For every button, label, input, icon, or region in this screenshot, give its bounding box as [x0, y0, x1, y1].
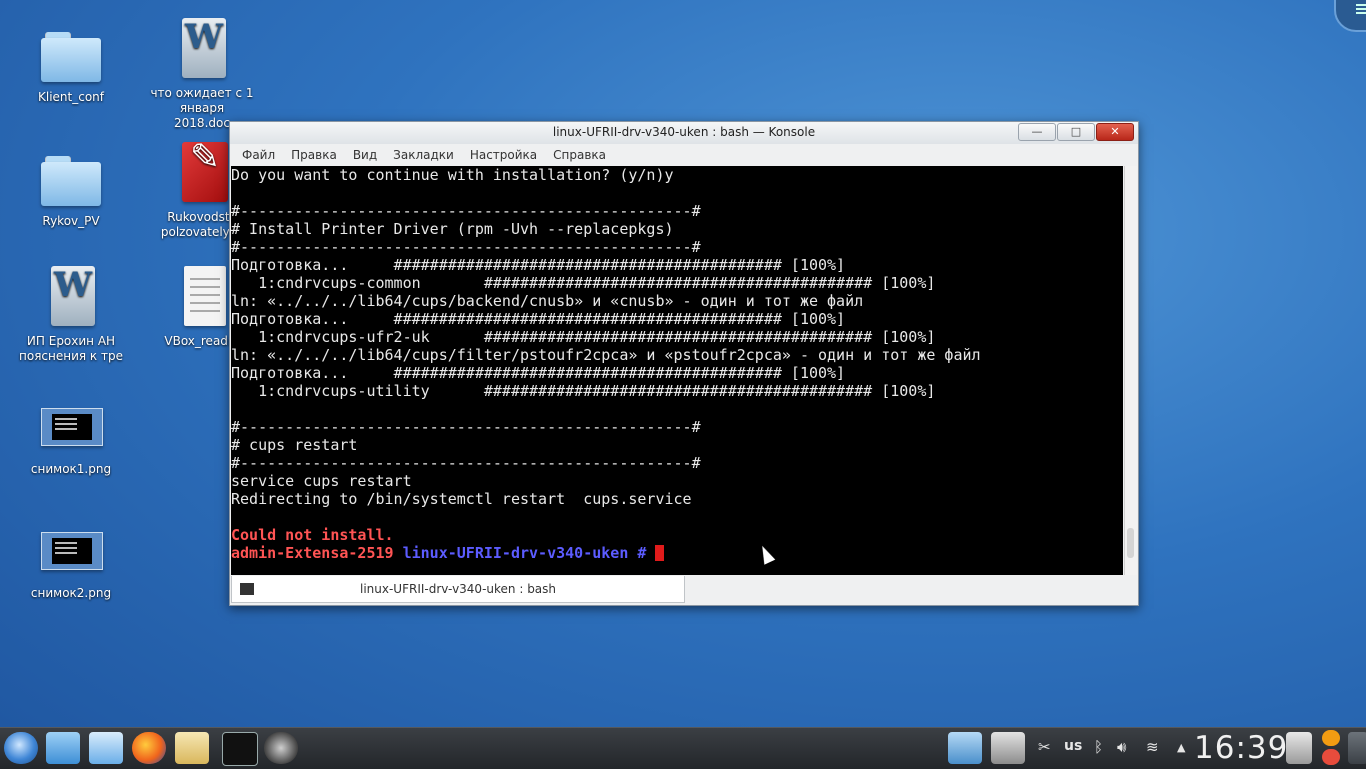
- printer-status-icon[interactable]: [948, 732, 982, 764]
- scrollbar-thumb[interactable]: [1127, 528, 1134, 558]
- terminal-line: #---------------------------------------…: [231, 238, 701, 256]
- trash-icon[interactable]: [1286, 732, 1312, 764]
- terminal-output[interactable]: Do you want to continue with installatio…: [231, 166, 1123, 575]
- terminal-prompt: admin-Extensa-2519 linux-UFRII-drv-v340-…: [231, 544, 1123, 562]
- terminal-line: #---------------------------------------…: [231, 454, 701, 472]
- lock-screen-icon[interactable]: [1322, 730, 1340, 746]
- menubar: Файл Правка Вид Закладки Настройка Справ…: [230, 144, 1138, 166]
- pdf-icon: ✎: [170, 140, 234, 206]
- terminal-line: #---------------------------------------…: [231, 418, 701, 436]
- desktop-icon-label: снимок2.png: [30, 586, 112, 600]
- terminal-line: Подготовка... ##########################…: [231, 310, 846, 328]
- tray-expand-arrow-icon[interactable]: ▲: [1177, 741, 1185, 754]
- close-button[interactable]: ✕: [1096, 123, 1134, 141]
- terminal-line: # cups restart: [231, 436, 358, 454]
- terminal-line: 1:cndrvcups-ufr2-uk ####################…: [231, 328, 936, 346]
- text-cursor: [655, 545, 665, 561]
- text-editor-icon[interactable]: [89, 732, 123, 764]
- terminal-line: ln: «../../../lib64/cups/filter/pstoufr2…: [231, 346, 981, 364]
- terminal-scrollbar[interactable]: [1124, 166, 1137, 575]
- word-document-icon: W: [170, 18, 234, 82]
- terminal-line: Подготовка... ##########################…: [231, 364, 846, 382]
- menu-file[interactable]: Файл: [234, 148, 283, 162]
- desktop-icon-label: Klient_conf: [38, 90, 104, 104]
- terminal-line: Redirecting to /bin/systemctl restart cu…: [231, 490, 692, 508]
- konsole-taskbar-icon[interactable]: [222, 732, 258, 766]
- desktop-icon-snimok1[interactable]: снимок1.png: [19, 394, 123, 477]
- window-title: linux-UFRII-drv-v340-uken : bash — Konso…: [552, 125, 816, 139]
- folder-icon: [39, 146, 103, 210]
- taskbar: ✂ us ᛒ 🔊︎ ≋ ▲ 16:39: [0, 727, 1366, 769]
- text-file-icon: [170, 266, 234, 330]
- screenshot-tool-icon[interactable]: [264, 732, 298, 764]
- terminal-line: Do you want to continue with installatio…: [231, 166, 674, 184]
- terminal-error-line: Could not install.: [231, 526, 394, 544]
- desktop-icon-doc-2018[interactable]: W что ожидает с 1 января 2018.doc: [150, 18, 254, 131]
- power-icon[interactable]: [1322, 749, 1340, 765]
- image-file-icon: [39, 394, 103, 458]
- desktop-toolbox-icon[interactable]: [1334, 0, 1366, 32]
- terminal-line: ln: «../../../lib64/cups/backend/cnusb» …: [231, 292, 864, 310]
- desktop-icon-erokhin[interactable]: W ИП Ерохин АН пояснения к тре: [19, 266, 123, 364]
- keyboard-layout-indicator[interactable]: us: [1064, 738, 1082, 754]
- prompt-user: admin-Extensa-2519: [231, 544, 394, 562]
- firefox-icon[interactable]: [132, 732, 166, 764]
- terminal-line: #---------------------------------------…: [231, 202, 701, 220]
- wifi-icon[interactable]: ≋: [1146, 738, 1159, 756]
- minimize-button[interactable]: —: [1018, 123, 1056, 141]
- menu-settings[interactable]: Настройка: [462, 148, 545, 162]
- menu-edit[interactable]: Правка: [283, 148, 345, 162]
- session-tab-label: linux-UFRII-drv-v340-uken : bash: [359, 582, 557, 596]
- desktop-icon-rykov-pv[interactable]: Rykov_PV: [19, 146, 123, 229]
- session-tabbar: linux-UFRII-drv-v340-uken : bash: [231, 576, 1137, 603]
- konsole-window: linux-UFRII-drv-v340-uken : bash — Konso…: [229, 121, 1139, 606]
- menu-bookmarks[interactable]: Закладки: [385, 148, 462, 162]
- terminal-line: 1:cndrvcups-common #####################…: [231, 274, 936, 292]
- mail-client-icon[interactable]: [175, 732, 209, 764]
- desktop-icon-snimok2[interactable]: снимок2.png: [19, 518, 123, 601]
- volume-icon[interactable]: 🔊︎: [1117, 738, 1126, 756]
- application-launcher-icon[interactable]: [4, 732, 38, 764]
- terminal-line: service cups restart: [231, 472, 412, 490]
- desktop-icon-klient-conf[interactable]: Klient_conf: [19, 22, 123, 105]
- image-file-icon: [39, 518, 103, 582]
- terminal-line: Подготовка... ##########################…: [231, 256, 846, 274]
- prompt-directory: linux-UFRII-drv-v340-uken #: [402, 544, 647, 562]
- desktop-icon-label: снимок1.png: [30, 462, 112, 476]
- window-titlebar[interactable]: linux-UFRII-drv-v340-uken : bash — Konso…: [230, 122, 1138, 144]
- session-tab[interactable]: linux-UFRII-drv-v340-uken : bash: [231, 576, 685, 603]
- file-manager-icon[interactable]: [46, 732, 80, 764]
- system-monitor-icon[interactable]: [991, 732, 1025, 764]
- terminal-line: 1:cndrvcups-utility ####################…: [231, 382, 936, 400]
- desktop-icon-label: ИП Ерохин АН пояснения к тре: [19, 334, 123, 363]
- clipboard-scissors-icon[interactable]: ✂: [1038, 738, 1051, 756]
- folder-icon: [39, 22, 103, 86]
- word-document-icon: W: [39, 266, 103, 330]
- clock[interactable]: 16:39: [1194, 730, 1288, 766]
- desktop-toolbox-taskbar-icon[interactable]: [1348, 732, 1366, 764]
- maximize-button[interactable]: □: [1057, 123, 1095, 141]
- menu-help[interactable]: Справка: [545, 148, 614, 162]
- desktop-icon-label: Rykov_PV: [42, 214, 100, 228]
- bluetooth-icon[interactable]: ᛒ: [1094, 738, 1103, 756]
- terminal-line: # Install Printer Driver (rpm -Uvh --rep…: [231, 220, 674, 238]
- menu-view[interactable]: Вид: [345, 148, 385, 162]
